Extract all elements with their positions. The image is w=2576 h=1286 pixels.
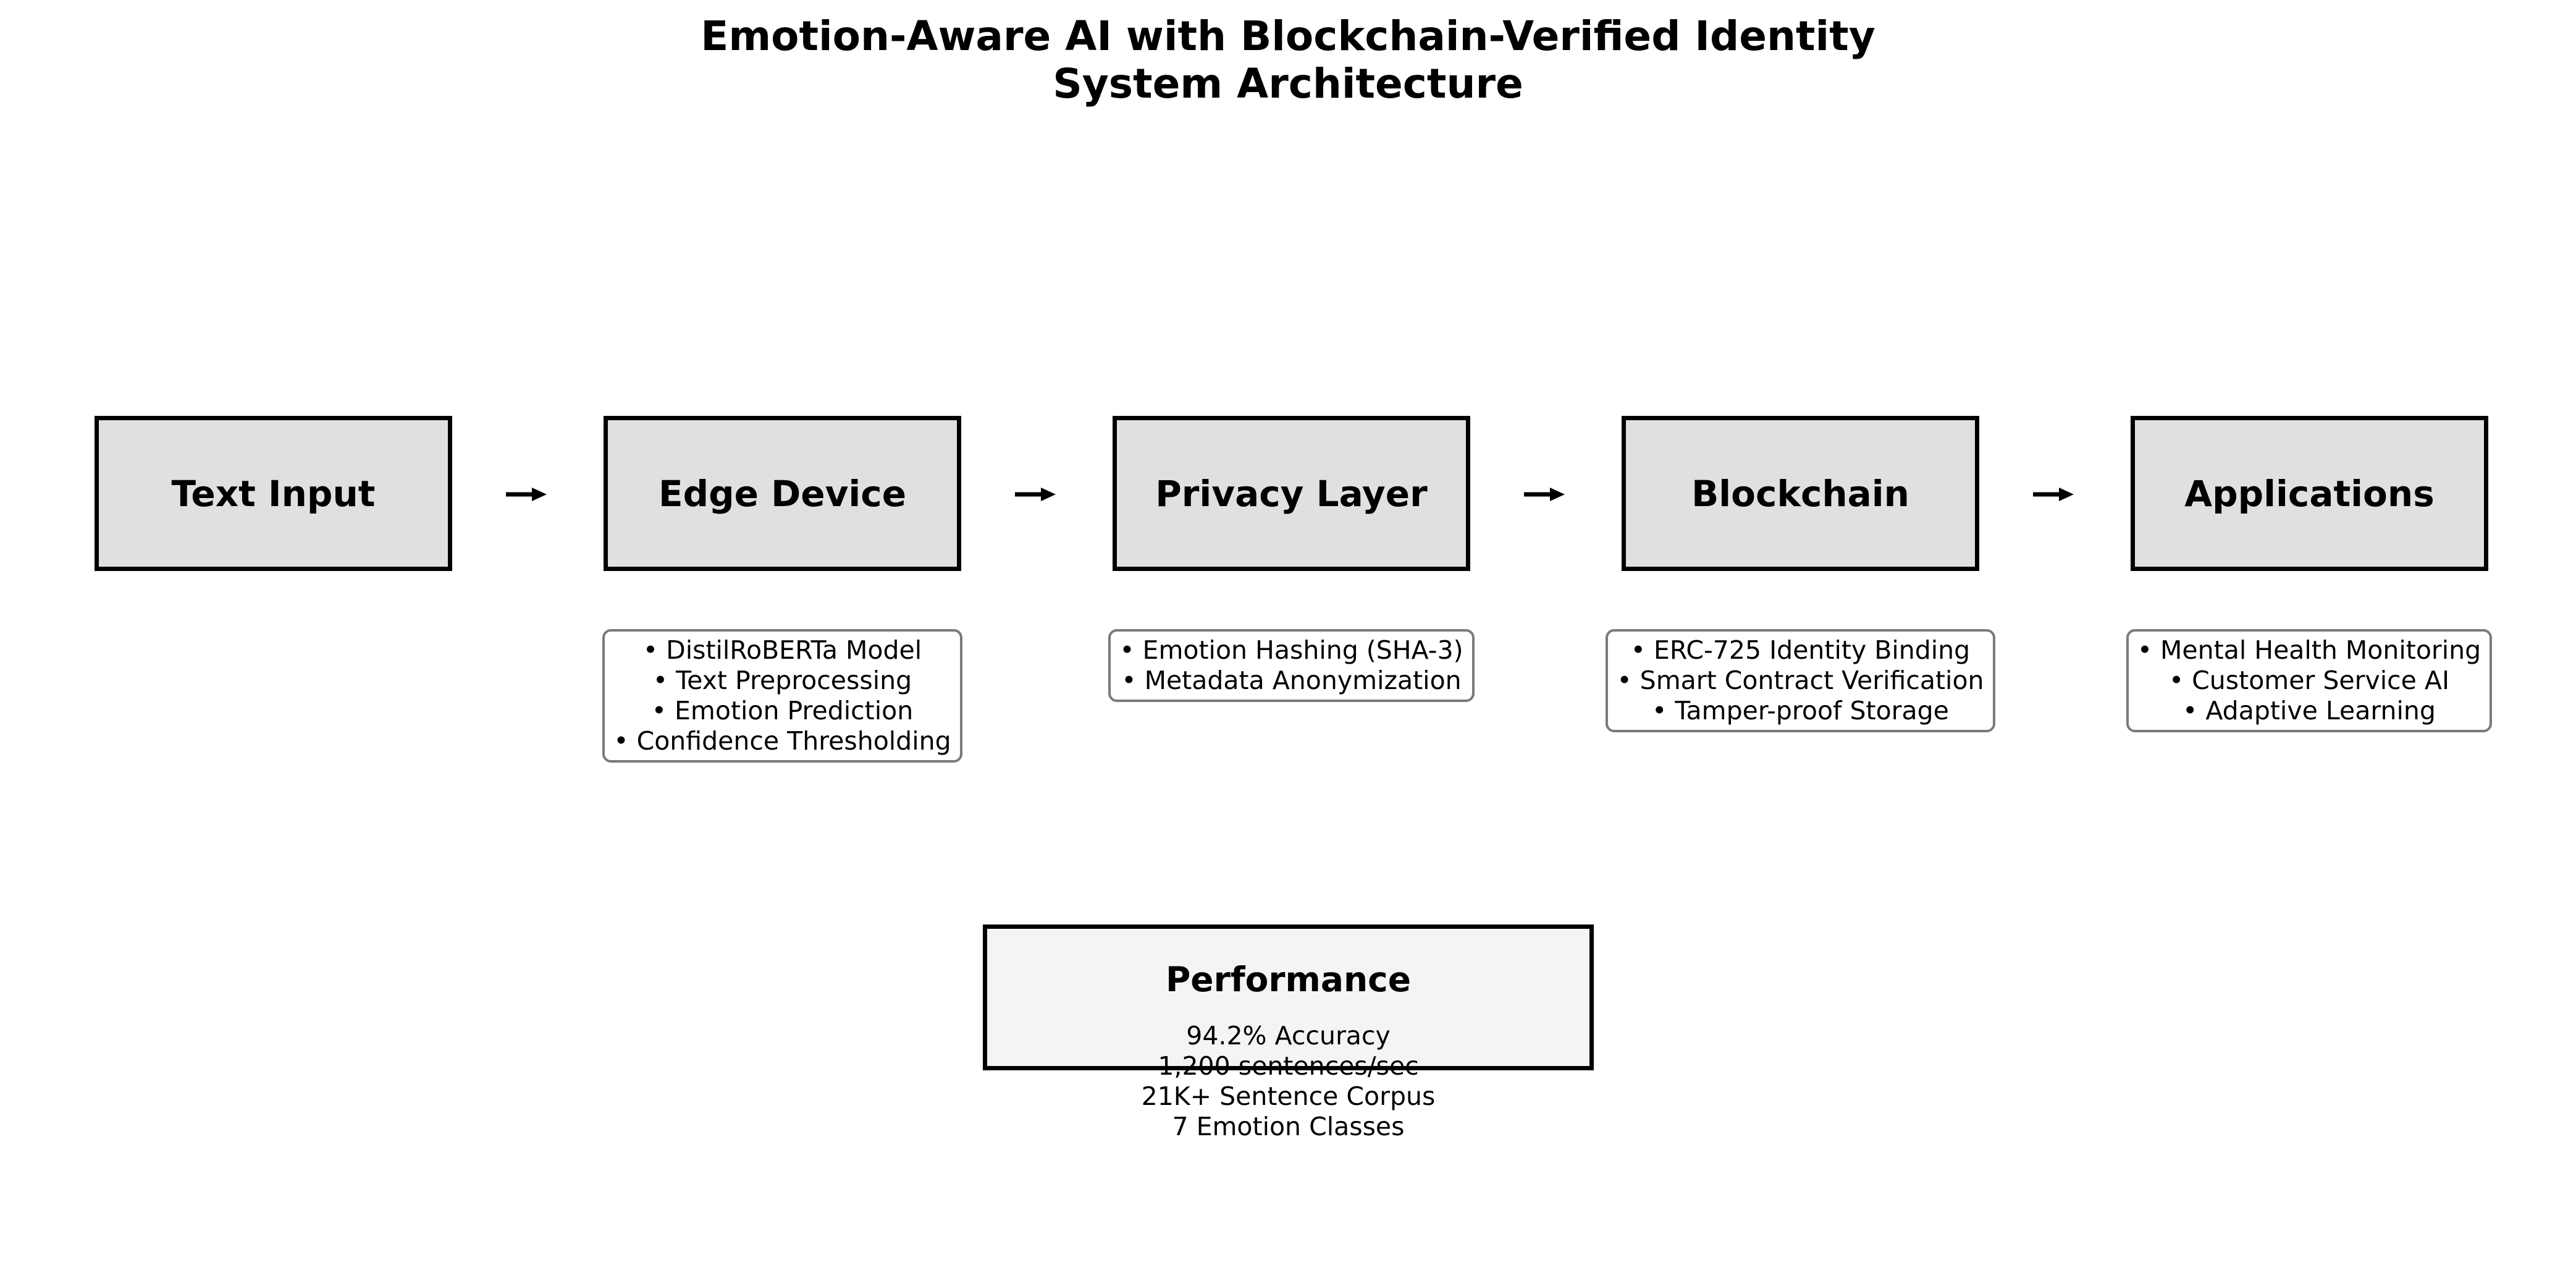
stage-privacy-layer: Privacy Layer — [1113, 416, 1470, 571]
right-arrow-icon — [506, 488, 547, 501]
detail-item: • Metadata Anonymization — [1121, 666, 1462, 695]
detail-box-edge-device: • DistilRoBERTa Model • Text Preprocessi… — [602, 629, 962, 763]
stage-edge-device: Edge Device — [604, 416, 961, 571]
detail-item: • Smart Contract Verification — [1617, 666, 1984, 695]
detail-box-privacy-layer: • Emotion Hashing (SHA-3) • Metadata Ano… — [1108, 629, 1475, 702]
detail-item: • DistilRoBERTa Model — [642, 635, 922, 665]
stage-blockchain: Blockchain — [1622, 416, 1979, 571]
performance-metrics: 94.2% Accuracy 1,200 sentences/sec 21K+ … — [983, 1021, 1594, 1142]
detail-item: • Tamper-proof Storage — [1652, 696, 1949, 725]
right-arrow-icon — [2033, 488, 2074, 501]
stage-label: Privacy Layer — [1155, 472, 1428, 515]
stage-text-input: Text Input — [95, 416, 452, 571]
stage-applications: Applications — [2131, 416, 2488, 571]
performance-metric: 21K+ Sentence Corpus — [1141, 1081, 1436, 1111]
performance-title: Performance — [1165, 960, 1412, 999]
detail-item: • Emotion Prediction — [651, 696, 914, 725]
diagram-title-line-1: Emotion-Aware AI with Blockchain-Verifie… — [701, 12, 1875, 60]
detail-box-blockchain: • ERC-725 Identity Binding • Smart Contr… — [1606, 629, 1995, 732]
detail-item: • Adaptive Learning — [2182, 696, 2436, 725]
performance-metric: 94.2% Accuracy — [1186, 1021, 1391, 1051]
right-arrow-icon — [1015, 488, 1056, 501]
detail-item: • ERC-725 Identity Binding — [1630, 635, 1971, 665]
stage-label: Applications — [2184, 472, 2435, 515]
stage-label: Text Input — [171, 472, 376, 515]
detail-item: • Customer Service AI — [2168, 666, 2450, 695]
diagram-title-line-2: System Architecture — [1053, 60, 1523, 108]
stage-label: Blockchain — [1691, 472, 1909, 515]
detail-item: • Text Preprocessing — [652, 666, 912, 695]
detail-item: • Confidence Thresholding — [613, 726, 951, 756]
detail-item: • Mental Health Monitoring — [2137, 635, 2481, 665]
right-arrow-icon — [1524, 488, 1565, 501]
stage-label: Edge Device — [658, 472, 907, 515]
detail-item: • Emotion Hashing (SHA-3) — [1119, 635, 1463, 665]
performance-metric: 1,200 sentences/sec — [1158, 1051, 1419, 1081]
detail-box-applications: • Mental Health Monitoring • Customer Se… — [2126, 629, 2492, 732]
performance-metric: 7 Emotion Classes — [1172, 1112, 1405, 1141]
